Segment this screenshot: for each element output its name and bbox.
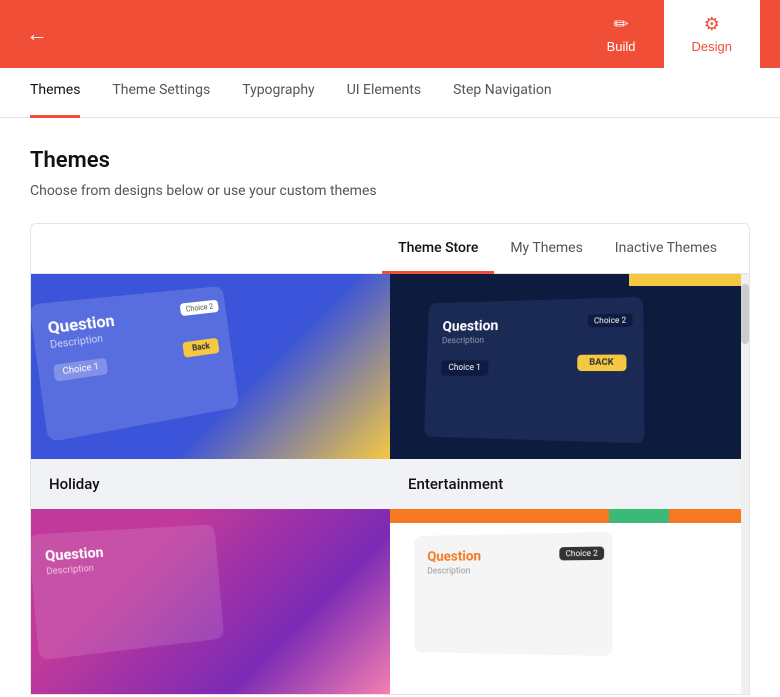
header: ← ✏ Build ⚙ Design <box>0 0 780 68</box>
gear-icon: ⚙ <box>704 14 720 35</box>
back-icon: ← <box>26 21 48 47</box>
sub-nav-ui-elements[interactable]: UI Elements <box>347 68 421 118</box>
theme-label-holiday: Holiday <box>31 459 390 509</box>
page-title: Themes <box>30 148 750 173</box>
theme-preview-orange: Question Description Choice 2 <box>390 509 749 694</box>
theme-grid-wrapper: Question Description Choice 1 Back Choic… <box>31 274 749 694</box>
sub-nav-step-navigation[interactable]: Step Navigation <box>453 68 552 118</box>
sub-nav-themes[interactable]: Themes <box>30 68 80 118</box>
theme-card-purple[interactable]: Question Description <box>31 509 390 694</box>
theme-tabs: Theme Store My Themes Inactive Themes <box>31 224 749 274</box>
theme-tab-inactive[interactable]: Inactive Themes <box>599 224 733 274</box>
back-button[interactable]: ← <box>20 15 54 53</box>
theme-tabs-container: Theme Store My Themes Inactive Themes Qu… <box>30 223 750 695</box>
sub-nav: Themes Theme Settings Typography UI Elem… <box>0 68 780 118</box>
sub-nav-theme-settings[interactable]: Theme Settings <box>112 68 210 118</box>
theme-card-holiday[interactable]: Question Description Choice 1 Back Choic… <box>31 274 390 509</box>
theme-preview-entertainment: Question Description Choice 1 BACK Choic… <box>390 274 749 459</box>
build-icon: ✏ <box>614 14 629 35</box>
theme-card-orange[interactable]: Question Description Choice 2 <box>390 509 749 694</box>
build-label: Build <box>607 39 636 54</box>
main-content: Themes Choose from designs below or use … <box>0 118 780 695</box>
theme-grid: Question Description Choice 1 Back Choic… <box>31 274 749 694</box>
theme-preview-purple: Question Description <box>31 509 390 694</box>
scroll-thumb <box>741 284 749 344</box>
header-tabs: ✏ Build ⚙ Design <box>579 0 760 68</box>
theme-label-entertainment: Entertainment <box>390 459 749 509</box>
design-label: Design <box>692 39 732 54</box>
theme-card-entertainment[interactable]: Question Description Choice 1 BACK Choic… <box>390 274 749 509</box>
page-subtitle: Choose from designs below or use your cu… <box>30 183 750 199</box>
theme-preview-holiday: Question Description Choice 1 Back Choic… <box>31 274 390 459</box>
scroll-track[interactable] <box>741 274 749 694</box>
theme-tab-store[interactable]: Theme Store <box>382 224 494 274</box>
tab-build[interactable]: ✏ Build <box>579 0 664 68</box>
tab-design[interactable]: ⚙ Design <box>664 0 760 68</box>
theme-tab-my-themes[interactable]: My Themes <box>494 224 598 274</box>
sub-nav-typography[interactable]: Typography <box>242 68 314 118</box>
